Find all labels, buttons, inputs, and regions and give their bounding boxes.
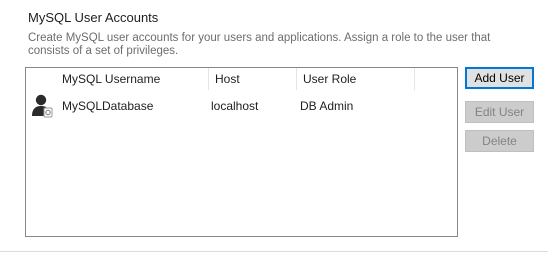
add-user-button[interactable]: Add User bbox=[465, 67, 534, 89]
column-header-username[interactable]: MySQL Username bbox=[56, 68, 208, 90]
user-silhouette-icon bbox=[30, 92, 54, 118]
cell-host: localhost bbox=[211, 99, 259, 113]
user-accounts-table[interactable]: MySQL Username Host User Role MySQLDatab… bbox=[25, 67, 458, 237]
section-title: MySQL User Accounts bbox=[28, 10, 159, 25]
divider bbox=[0, 251, 548, 252]
cell-username: MySQLDatabase bbox=[62, 99, 154, 113]
delete-button[interactable]: Delete bbox=[465, 130, 534, 152]
table-row[interactable]: MySQLDatabase localhost DB Admin bbox=[26, 90, 457, 120]
column-header-role[interactable]: User Role bbox=[297, 68, 414, 90]
table-header: MySQL Username Host User Role bbox=[26, 68, 457, 90]
edit-user-button[interactable]: Edit User bbox=[465, 101, 534, 123]
column-header-host[interactable]: Host bbox=[209, 68, 296, 90]
cell-role: DB Admin bbox=[300, 99, 354, 113]
section-description: Create MySQL user accounts for your user… bbox=[28, 32, 491, 57]
column-divider[interactable] bbox=[414, 68, 415, 90]
